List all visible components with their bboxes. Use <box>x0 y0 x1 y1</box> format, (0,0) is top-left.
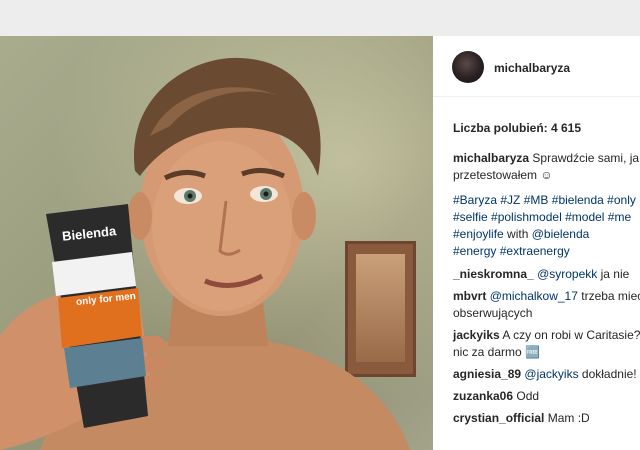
hashtag-link[interactable]: #model <box>565 210 604 224</box>
hashtag-link[interactable]: #only <box>607 193 636 207</box>
caption-line: michalbaryza Sprawdźcie sami, ja <box>453 151 640 165</box>
comment-username[interactable]: jackyiks <box>453 328 500 342</box>
comment-continuation: nic za darmo 🆓 <box>453 345 540 359</box>
comment-username[interactable]: crystian_official <box>453 411 544 425</box>
post-photo[interactable]: Bielenda only for men <box>0 36 433 450</box>
comment: mbvrt @michalkow_17 trzeba mieć <box>453 289 640 303</box>
hashtag-line: #Baryza #JZ #MB #bielenda #only <box>453 192 640 209</box>
mention-link[interactable]: @syropekk <box>537 267 597 281</box>
hashtag-link[interactable]: #JZ <box>500 193 520 207</box>
comment: crystian_official Mam :D <box>453 411 590 425</box>
caption-continuation: przetestowałem ☺ <box>453 168 553 182</box>
comment: agniesia_89 @jackyiks dokładnie! <box>453 367 637 381</box>
likes-count[interactable]: Liczba polubień: 4 615 <box>453 121 581 135</box>
comment-username[interactable]: mbvrt <box>453 289 486 303</box>
hashtag-link[interactable]: #Baryza <box>453 193 497 207</box>
hashtag-link[interactable]: #polishmodel <box>491 210 562 224</box>
mention-link[interactable]: @michalkow_17 <box>490 289 578 303</box>
mention-link[interactable]: @jackyiks <box>524 367 578 381</box>
post-sidebar: michalbaryza Liczba polubień: 4 615 mich… <box>433 36 640 450</box>
hashtag-link[interactable]: #bielenda <box>552 193 604 207</box>
hashtag-link[interactable]: #MB <box>524 193 549 207</box>
hashtag-link[interactable]: #selfie <box>453 210 488 224</box>
hashtag-link[interactable]: #extraenergy <box>500 244 570 258</box>
hashtag-line: #enjoylife with @bielenda <box>453 227 590 241</box>
comment: _nieskromna_ @syropekk ja nie <box>453 267 630 281</box>
hashtag-link[interactable]: #energy <box>453 244 496 258</box>
hashtag-link[interactable]: #me <box>608 210 631 224</box>
hashtag-link[interactable]: #enjoylife <box>453 227 504 241</box>
caption-username[interactable]: michalbaryza <box>453 151 529 165</box>
comment-username[interactable]: _nieskromna_ <box>453 267 534 281</box>
post-header: michalbaryza <box>433 36 640 97</box>
avatar[interactable] <box>452 51 484 83</box>
comment: zuzanka06 Odd <box>453 389 540 403</box>
comments-list: michalbaryza Sprawdźcie sami, ja przetes… <box>453 150 640 427</box>
hashtag-line: #energy #extraenergy <box>453 243 640 260</box>
hashtag-line: #selfie #polishmodel #model #me <box>453 209 640 226</box>
comment: jackyiks A czy on robi w Caritasie? <box>453 328 640 342</box>
comment-username[interactable]: agniesia_89 <box>453 367 521 381</box>
post-username[interactable]: michalbaryza <box>494 61 570 75</box>
comment-username[interactable]: zuzanka06 <box>453 389 513 403</box>
comment-continuation: obserwujących <box>453 306 533 320</box>
mention-link[interactable]: @bielenda <box>532 227 590 241</box>
top-background <box>0 0 640 36</box>
